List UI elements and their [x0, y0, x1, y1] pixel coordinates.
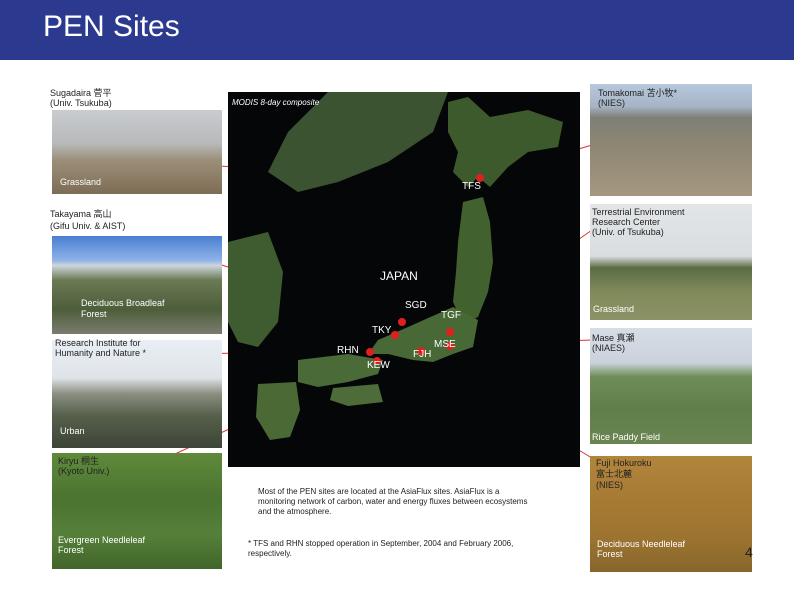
- stopped-note-line-1: * TFS and RHN stopped operation in Septe…: [248, 539, 514, 548]
- tomakomai-name: Tomakomai 苫小牧*: [598, 88, 678, 98]
- sugadaira-name: Sugadaira 菅平: [50, 88, 112, 98]
- rihn-type: Urban: [60, 426, 85, 436]
- site-label-fjh: FJH: [413, 349, 432, 360]
- site-label-rhn: RHN: [337, 345, 359, 356]
- mase-name: Mase 真瀬: [592, 333, 635, 343]
- site-label-tgf: TGF: [441, 310, 461, 321]
- terc-name-2: Research Center: [592, 217, 661, 227]
- site-dot-rhn: [366, 348, 374, 356]
- map-caption: MODIS 8-day composite: [232, 98, 320, 107]
- terc-org: (Univ. of Tsukuba): [592, 227, 664, 237]
- sugadaira-type: Grassland: [60, 177, 102, 187]
- site-label-sgd: SGD: [405, 300, 427, 311]
- site-dot-tky: [391, 331, 399, 339]
- sugadaira-org: (Univ. Tsukuba): [50, 98, 112, 108]
- takayama-name: Takayama 高山: [50, 209, 112, 219]
- mase-org: (NIAES): [592, 343, 626, 353]
- kiryu-name: Kiryu 桐生: [58, 456, 100, 466]
- fuji-org: (NIES): [596, 480, 623, 490]
- takayama-type-2: Forest: [81, 309, 107, 319]
- site-label-kew: KEW: [367, 360, 390, 371]
- stopped-note-line-2: respectively.: [248, 549, 292, 558]
- fuji-type-2: Forest: [597, 549, 623, 559]
- page-number: 4: [745, 544, 753, 560]
- asiaflux-note-line-2: monitoring network of carbon, water and …: [258, 497, 528, 506]
- takayama-org: (Gifu Univ. & AIST): [50, 221, 126, 231]
- fuji-name-2: 富士北麓: [596, 469, 633, 479]
- site-label-mse: MSE: [434, 339, 456, 350]
- site-dot-sgd: [398, 318, 406, 326]
- map-country-label: JAPAN: [380, 269, 418, 283]
- fuji-type-1: Deciduous Needleleaf: [597, 539, 686, 549]
- takayama-photo: [52, 236, 222, 334]
- kiryu-type-2: Forest: [58, 545, 84, 555]
- fuji-name-1: Fuji Hokuroku: [596, 458, 652, 468]
- takayama-type-1: Deciduous Broadleaf: [81, 298, 165, 308]
- site-label-tky: TKY: [372, 325, 392, 336]
- terc-type: Grassland: [593, 304, 635, 314]
- mase-type: Rice Paddy Field: [592, 432, 661, 442]
- kiryu-org: (Kyoto Univ.): [58, 466, 110, 476]
- site-label-tfs: TFS: [462, 181, 481, 192]
- site-dot-tgf: [446, 328, 454, 336]
- terc-name-1: Terrestrial Environment: [592, 207, 685, 217]
- tomakomai-org: (NIES): [598, 98, 625, 108]
- asiaflux-note-line-1: Most of the PEN sites are located at the…: [258, 487, 500, 496]
- kiryu-type-1: Evergreen Needleleaf: [58, 535, 146, 545]
- asiaflux-note-line-3: and the atmosphere.: [258, 507, 332, 516]
- rihn-name-1: Research Institute for: [55, 338, 141, 348]
- rihn-name-2: Humanity and Nature *: [55, 348, 147, 358]
